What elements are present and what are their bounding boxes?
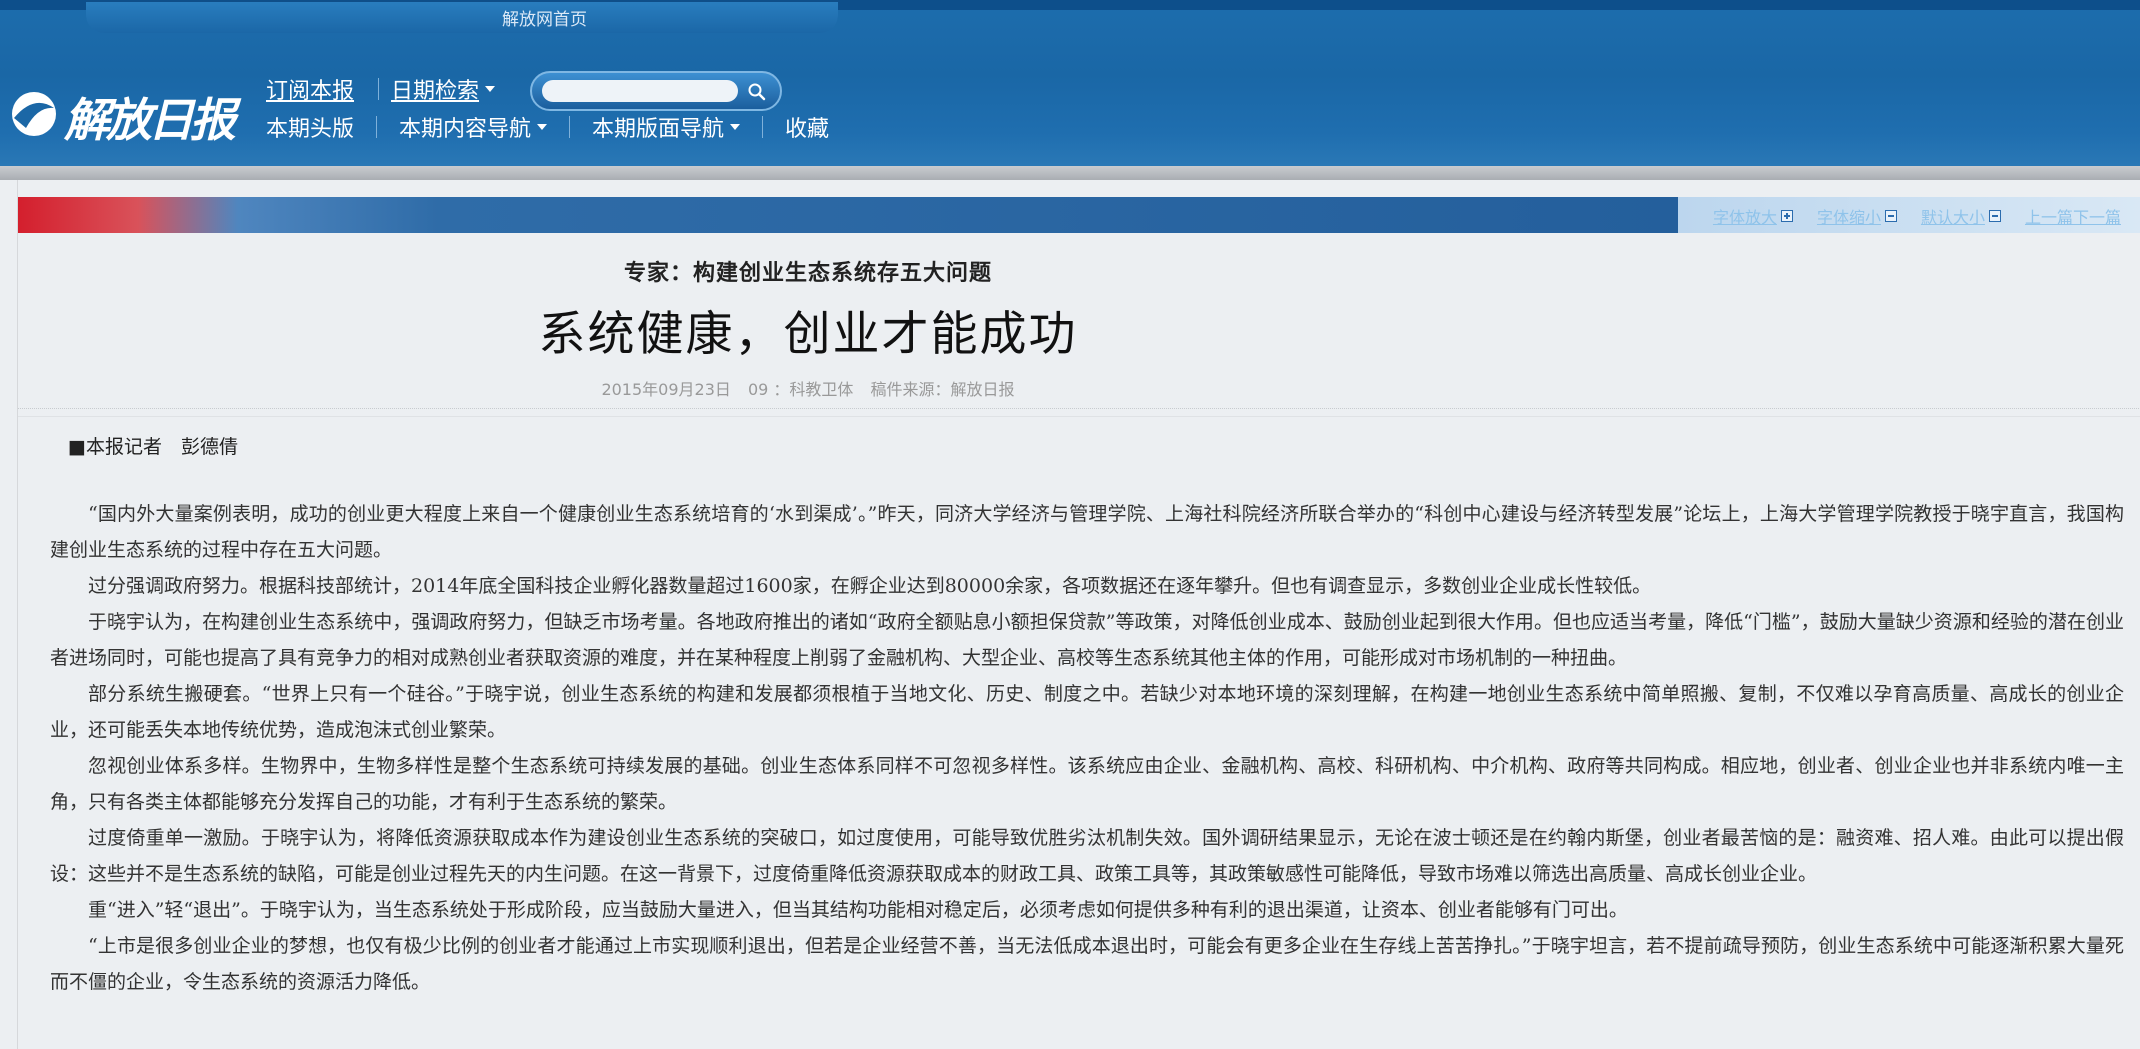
article-subtitle: 专家：构建创业生态系统存五大问题 bbox=[623, 260, 992, 286]
article-paragraph: 于晓宇认为，在构建创业生态系统中，强调政府努力，但缺乏市场考量。各地政府推出的诸… bbox=[50, 611, 2124, 669]
search-icon[interactable] bbox=[746, 81, 768, 103]
nav-row-primary: 订阅本报 日期检索 bbox=[266, 73, 496, 105]
font-enlarge-button[interactable]: 字体放大 bbox=[1713, 204, 1793, 228]
font-shrink-label: 字体缩小 bbox=[1816, 208, 1881, 227]
divider bbox=[18, 408, 2140, 409]
article-meta: 2015年09月23日 09 ：科教卫体 稿件来源：解放日报 bbox=[18, 376, 1598, 400]
article-source: 稿件来源：解放日报 bbox=[870, 380, 1015, 399]
nav-content-guide-label: 本期内容导航 bbox=[399, 117, 532, 142]
nav-content-guide[interactable]: 本期内容导航 bbox=[399, 111, 548, 143]
logo-mark-icon bbox=[12, 92, 56, 136]
home-tab: 解放网首页 bbox=[86, 0, 838, 33]
nav-divider bbox=[376, 116, 378, 138]
article-paragraph: 过分强调政府努力。根据科技部统计，2014年底全国科技企业孵化器数量超过1600… bbox=[88, 575, 1652, 597]
nav-divider bbox=[762, 116, 764, 138]
divider bbox=[18, 416, 2140, 417]
plus-icon bbox=[1780, 210, 1793, 222]
article-title: 系统健康，创业才能成功 bbox=[538, 307, 1078, 362]
chevron-down-icon bbox=[537, 124, 548, 130]
font-shrink-button[interactable]: 字体缩小 bbox=[1817, 204, 1897, 228]
nav-divider bbox=[378, 78, 380, 100]
article-paragraph: 过度倚重单一激励。于晓宇认为，将降低资源获取成本作为建设创业生态系统的突破口，如… bbox=[50, 827, 2124, 885]
article-page: 09 ：科教卫体 bbox=[747, 380, 854, 399]
header-shadow-bar bbox=[0, 166, 2140, 180]
article-byline: ■本报记者 彭德倩 bbox=[68, 436, 238, 458]
nav-front-page-label: 本期头版 bbox=[266, 117, 355, 142]
toolbar-items: 字体放大 字体缩小 默认大小 上一篇下一篇 bbox=[1689, 204, 2121, 228]
prev-next-article-link[interactable]: 上一篇下一篇 bbox=[2025, 204, 2121, 228]
nav-layout-guide-label: 本期版面导航 bbox=[592, 117, 725, 142]
minus-icon bbox=[1884, 210, 1897, 222]
nav-layout-guide[interactable]: 本期版面导航 bbox=[592, 111, 741, 143]
nav-date-search[interactable]: 日期检索 bbox=[391, 73, 496, 105]
chevron-down-icon bbox=[485, 86, 496, 92]
home-link[interactable]: 解放网首页 bbox=[502, 5, 587, 30]
nav-favorite[interactable]: 收藏 bbox=[785, 111, 829, 143]
nav-front-page[interactable]: 本期头版 bbox=[266, 111, 354, 143]
nav-divider bbox=[569, 116, 571, 138]
article-body: “国内外大量案例表明，成功的创业更大程度上来自一个健康创业生态系统培育的‘水到渠… bbox=[50, 496, 2124, 1000]
prev-next-label: 上一篇下一篇 bbox=[2024, 208, 2121, 227]
article-paragraph: 忽视创业体系多样。生物界中，生物多样性是整个生态系统可持续发展的基础。创业生态体… bbox=[50, 755, 2124, 813]
nav-date-search-label: 日期检索 bbox=[391, 79, 480, 104]
logo-text: 解放日报 bbox=[64, 93, 236, 147]
font-enlarge-label: 字体放大 bbox=[1712, 208, 1777, 227]
nav-subscribe-label: 订阅本报 bbox=[266, 79, 355, 104]
nav-row-secondary: 本期头版 本期内容导航 本期版面导航 收藏 bbox=[266, 112, 829, 142]
article-panel: 字体放大 字体缩小 默认大小 上一篇下一篇 专家：构建创业生态系统存五大问题 系… bbox=[17, 180, 2140, 1049]
article-paragraph: 部分系统生搬硬套。“世界上只有一个硅谷。”于晓宇说，创业生态系统的构建和发展都须… bbox=[50, 683, 2124, 741]
chevron-down-icon bbox=[730, 124, 741, 130]
font-default-button[interactable]: 默认大小 bbox=[1921, 204, 2001, 228]
article-paragraph: “上市是很多创业企业的梦想，也仅有极少比例的创业者才能通过上市实现顺利退出，但若… bbox=[50, 935, 2124, 993]
search-box bbox=[530, 71, 782, 111]
search-input[interactable] bbox=[542, 80, 738, 102]
font-default-label: 默认大小 bbox=[1920, 208, 1985, 227]
article-paragraph: “国内外大量案例表明，成功的创业更大程度上来自一个健康创业生态系统培育的‘水到渠… bbox=[50, 503, 2124, 561]
article-date: 2015年09月23日 bbox=[601, 380, 731, 399]
article-header: 专家：构建创业生态系统存五大问题 系统健康，创业才能成功 2015年09月23日… bbox=[18, 255, 1598, 400]
nav-subscribe[interactable]: 订阅本报 bbox=[266, 73, 354, 105]
article-toolbar: 字体放大 字体缩小 默认大小 上一篇下一篇 bbox=[18, 197, 2140, 233]
article-paragraph: 重“进入”轻“退出”。于晓宇认为，当生态系统处于形成阶段，应当鼓励大量进入，但当… bbox=[88, 899, 1628, 921]
site-header: 解放网首页 解放日报 订阅本报 日期检索 本期头版 本期内容导航 本期版面导航 … bbox=[0, 0, 2140, 166]
reset-icon bbox=[1988, 210, 2001, 222]
logo[interactable]: 解放日报 bbox=[8, 78, 236, 148]
nav-favorite-label: 收藏 bbox=[785, 117, 830, 142]
